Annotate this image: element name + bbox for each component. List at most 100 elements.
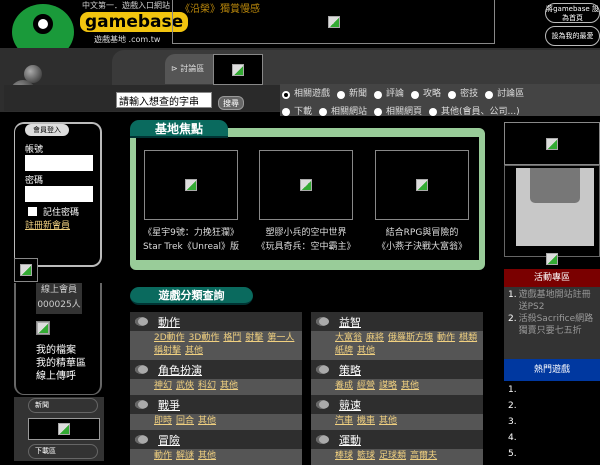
focus-caption[interactable]: 結合RPG與冒險的 《小燕子決戰大富翁》 bbox=[362, 226, 482, 254]
subcategory-link[interactable]: 武俠 bbox=[176, 381, 194, 391]
subcategory-link[interactable]: 棋類 bbox=[459, 333, 477, 343]
activity-text[interactable]: 活殺Sacrifice網路獨賣只要七五折 bbox=[519, 313, 596, 337]
category-name[interactable]: 益智 bbox=[339, 314, 361, 330]
radio-button[interactable] bbox=[319, 108, 328, 116]
subcategory-link[interactable]: 高爾夫 bbox=[410, 451, 437, 461]
radio-option[interactable]: 密技 bbox=[448, 87, 478, 102]
set-homepage-button[interactable]: 將gamebase 設為首頁 bbox=[545, 3, 600, 23]
radio-button[interactable] bbox=[448, 90, 457, 99]
subcategory-link[interactable]: 經營 bbox=[357, 381, 375, 391]
category-name[interactable]: 戰爭 bbox=[158, 397, 180, 413]
subcategory-link[interactable]: 回合 bbox=[176, 416, 194, 426]
remember-checkbox[interactable] bbox=[28, 207, 37, 216]
hot-game-item[interactable]: 4. bbox=[508, 430, 517, 446]
search-button[interactable]: 搜尋 bbox=[218, 96, 244, 110]
focus-caption[interactable]: 《星宇9號：力挽狂瀾》 Star Trek《Unreal》版 bbox=[131, 226, 251, 254]
radio-option[interactable]: 相關遊戲 bbox=[282, 87, 330, 102]
subcategory-link[interactable]: 其他 bbox=[220, 381, 238, 391]
subcategory-link[interactable]: 機車 bbox=[357, 416, 375, 426]
subcategory-link[interactable]: 其他 bbox=[379, 416, 397, 426]
category-name[interactable]: 策略 bbox=[339, 362, 361, 378]
focus-thumbnail[interactable] bbox=[144, 150, 238, 220]
radio-option[interactable]: 新聞 bbox=[337, 87, 367, 102]
radio-button[interactable] bbox=[374, 108, 383, 116]
focus-thumbnail[interactable] bbox=[375, 150, 469, 220]
radio-option[interactable]: 下載 bbox=[282, 105, 312, 120]
category-header[interactable]: 角色扮演 bbox=[130, 360, 302, 379]
category-name[interactable]: 角色扮演 bbox=[158, 362, 202, 378]
radio-button[interactable] bbox=[282, 108, 290, 116]
subcategory-link[interactable]: 2D動作 bbox=[154, 333, 185, 343]
radio-option[interactable]: 評論 bbox=[374, 87, 404, 102]
download-pill[interactable]: 下載區 bbox=[28, 444, 98, 459]
subcategory-link[interactable]: 足球類 bbox=[379, 451, 406, 461]
subcategory-link[interactable]: 養成 bbox=[335, 381, 353, 391]
radio-button[interactable] bbox=[282, 90, 290, 99]
hot-game-item[interactable]: 2. bbox=[508, 398, 517, 414]
focus-caption[interactable]: 塑膠小兵的空中世界 《玩具奇兵：空中霸主》 bbox=[246, 226, 366, 254]
activity-item[interactable]: 2. 活殺Sacrifice網路獨賣只要七五折 bbox=[508, 313, 596, 337]
add-favorite-button[interactable]: 設為我的最愛 bbox=[545, 26, 600, 46]
category-name[interactable]: 競速 bbox=[339, 397, 361, 413]
radio-button[interactable] bbox=[411, 90, 420, 99]
subcategory-link[interactable]: 其他 bbox=[401, 381, 419, 391]
activity-item[interactable]: 1. 遊戲基地開站註冊送PS2 bbox=[508, 289, 596, 313]
register-link[interactable]: 註冊新會員 bbox=[25, 218, 100, 231]
subcategory-link[interactable]: 其他 bbox=[357, 346, 375, 356]
left-ad[interactable] bbox=[28, 418, 100, 440]
subcategory-link[interactable]: 神幻 bbox=[154, 381, 172, 391]
subcategory-link[interactable]: 麻將 bbox=[366, 333, 384, 343]
category-name[interactable]: 動作 bbox=[158, 314, 180, 330]
radio-button[interactable] bbox=[337, 90, 346, 99]
hot-game-item[interactable]: 3. bbox=[508, 414, 517, 430]
tab-image[interactable] bbox=[213, 54, 263, 85]
subcategory-link[interactable]: 其他 bbox=[185, 346, 203, 356]
member-link[interactable]: 線上傳呼 bbox=[36, 370, 86, 383]
search-input[interactable] bbox=[116, 92, 212, 108]
hot-game-item[interactable]: 5. bbox=[508, 446, 517, 462]
password-input[interactable] bbox=[25, 186, 93, 202]
account-input[interactable] bbox=[25, 155, 93, 171]
subcategory-link[interactable]: 動作 bbox=[154, 451, 172, 461]
subcategory-link[interactable]: 謀略 bbox=[379, 381, 397, 391]
category-header[interactable]: 運動 bbox=[311, 430, 483, 449]
subcategory-link[interactable]: 籃球 bbox=[357, 451, 375, 461]
category-header[interactable]: 冒險 bbox=[130, 430, 302, 449]
subcategory-link[interactable]: 科幻 bbox=[198, 381, 216, 391]
category-header[interactable]: 戰爭 bbox=[130, 395, 302, 414]
subcategory-link[interactable]: 射擊 bbox=[245, 333, 263, 343]
subcategory-link[interactable]: 即時 bbox=[154, 416, 172, 426]
subcategory-link[interactable]: 其他 bbox=[198, 451, 216, 461]
radio-button[interactable] bbox=[485, 90, 494, 99]
subcategory-link[interactable]: 格鬥 bbox=[223, 333, 241, 343]
subcategory-link[interactable]: 動作 bbox=[437, 333, 455, 343]
subcategory-link[interactable]: 紙牌 bbox=[335, 346, 353, 356]
activity-text[interactable]: 遊戲基地開站註冊送PS2 bbox=[519, 289, 596, 313]
radio-option[interactable]: 討論區 bbox=[485, 87, 524, 102]
category-name[interactable]: 運動 bbox=[339, 432, 361, 448]
member-link[interactable]: 我的精華區 bbox=[36, 357, 86, 370]
category-header[interactable]: 策略 bbox=[311, 360, 483, 379]
radio-option[interactable]: 相關網站 bbox=[319, 105, 367, 120]
subcategory-link[interactable]: 3D動作 bbox=[189, 333, 220, 343]
subcategory-link[interactable]: 大富翁 bbox=[335, 333, 362, 343]
news-pill[interactable]: 新聞 bbox=[28, 398, 98, 413]
category-header[interactable]: 動作 bbox=[130, 312, 302, 331]
category-header[interactable]: 競速 bbox=[311, 395, 483, 414]
subcategory-link[interactable]: 棒球 bbox=[335, 451, 353, 461]
right-ad-top[interactable] bbox=[504, 122, 600, 165]
radio-button[interactable] bbox=[429, 108, 438, 116]
radio-option[interactable]: 其他(會員、公司...) bbox=[429, 105, 520, 120]
category-header[interactable]: 益智 bbox=[311, 312, 483, 331]
subcategory-link[interactable]: 其他 bbox=[198, 416, 216, 426]
radio-button[interactable] bbox=[374, 90, 383, 99]
member-link[interactable]: 我的檔案 bbox=[36, 344, 86, 357]
subcategory-link[interactable]: 俄羅斯方塊 bbox=[388, 333, 433, 343]
category-name[interactable]: 冒險 bbox=[158, 432, 180, 448]
subcategory-link[interactable]: 汽車 bbox=[335, 416, 353, 426]
hot-game-item[interactable]: 1. bbox=[508, 382, 517, 398]
radio-option[interactable]: 攻略 bbox=[411, 87, 441, 102]
subcategory-link[interactable]: 解謎 bbox=[176, 451, 194, 461]
radio-option[interactable]: 相關網頁 bbox=[374, 105, 422, 120]
focus-thumbnail[interactable] bbox=[259, 150, 353, 220]
